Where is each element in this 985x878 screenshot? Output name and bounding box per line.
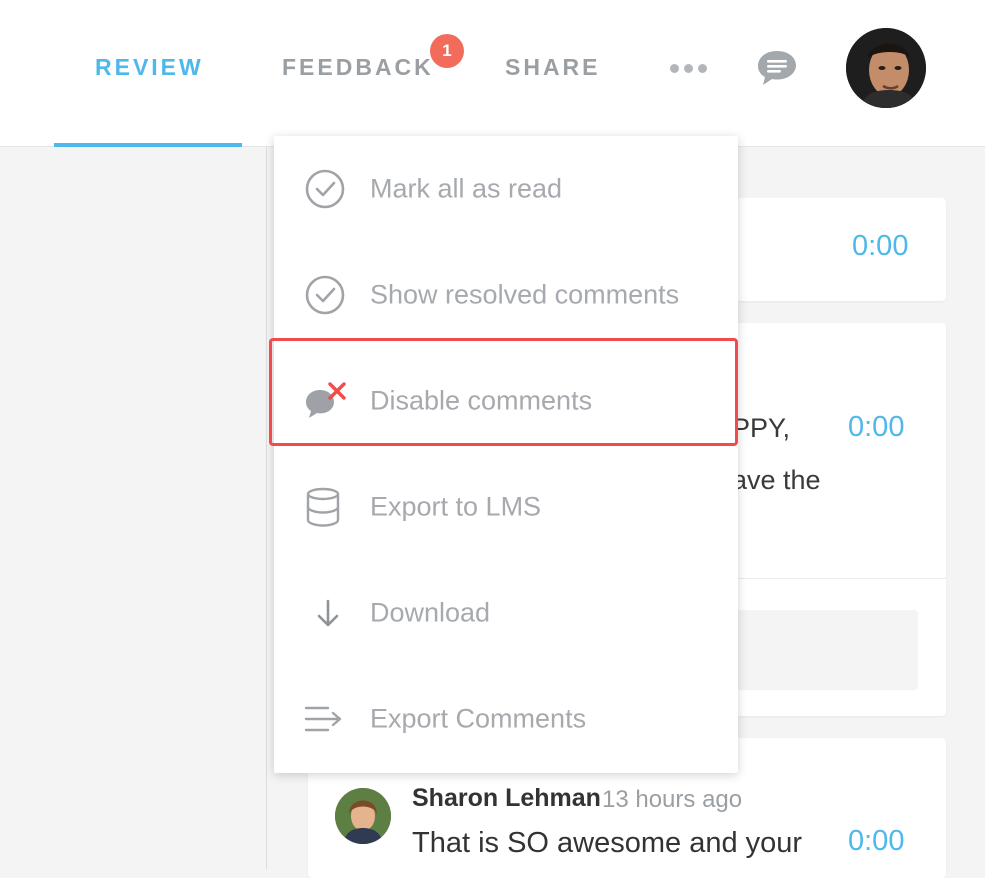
comment-timestamp-link[interactable]: 0:00 (848, 411, 904, 444)
menu-item-label: Disable comments (370, 385, 593, 416)
menu-item-download[interactable]: Download (274, 560, 738, 666)
comment-time-ago: 13 hours ago (602, 786, 743, 813)
menu-item-label: Show resolved comments (370, 279, 680, 310)
check-circle-icon (304, 274, 346, 316)
reply-input[interactable] (720, 610, 918, 690)
menu-item-export-lms[interactable]: Export to LMS (274, 454, 738, 560)
tab-share[interactable]: SHARE (505, 54, 601, 81)
export-lines-icon (304, 698, 346, 740)
commenter-avatar[interactable] (335, 788, 391, 844)
menu-item-show-resolved[interactable]: Show resolved comments (274, 242, 738, 348)
check-circle-icon (304, 168, 346, 210)
database-icon (304, 486, 346, 528)
comment-author-name: Sharon Lehman (412, 784, 601, 812)
disable-comments-icon (304, 380, 346, 422)
menu-item-export-comments[interactable]: Export Comments (274, 666, 738, 772)
feedback-count-badge: 1 (430, 34, 464, 68)
comment-body-text: That is SO awesome and your (412, 827, 803, 859)
comment-timestamp-link[interactable]: 0:00 (848, 825, 904, 858)
menu-item-label: Export Comments (370, 703, 587, 734)
feedback-options-menu: Mark all as read Show resolved comments … (274, 136, 738, 773)
arrow-down-icon (304, 592, 346, 634)
menu-item-mark-all-read[interactable]: Mark all as read (274, 136, 738, 242)
menu-item-disable-comments[interactable]: Disable comments (274, 348, 738, 454)
active-tab-indicator (54, 143, 242, 147)
menu-item-label: Mark all as read (370, 173, 563, 204)
top-nav-bar: REVIEW FEEDBACK 1 SHARE (0, 0, 985, 147)
chat-bubble-icon[interactable] (755, 48, 799, 93)
more-horizontal-icon[interactable] (670, 64, 707, 73)
tab-feedback[interactable]: FEEDBACK (282, 54, 434, 81)
comment-text-fragment: ave the (732, 465, 821, 495)
menu-item-label: Download (370, 597, 491, 628)
comment-text-fragment: PPY, (732, 413, 791, 443)
menu-item-label: Export to LMS (370, 491, 542, 522)
comment-timestamp-link[interactable]: 0:00 (852, 230, 908, 263)
sidebar-divider (266, 147, 267, 869)
user-avatar[interactable] (846, 28, 926, 108)
tab-review[interactable]: REVIEW (95, 54, 204, 81)
